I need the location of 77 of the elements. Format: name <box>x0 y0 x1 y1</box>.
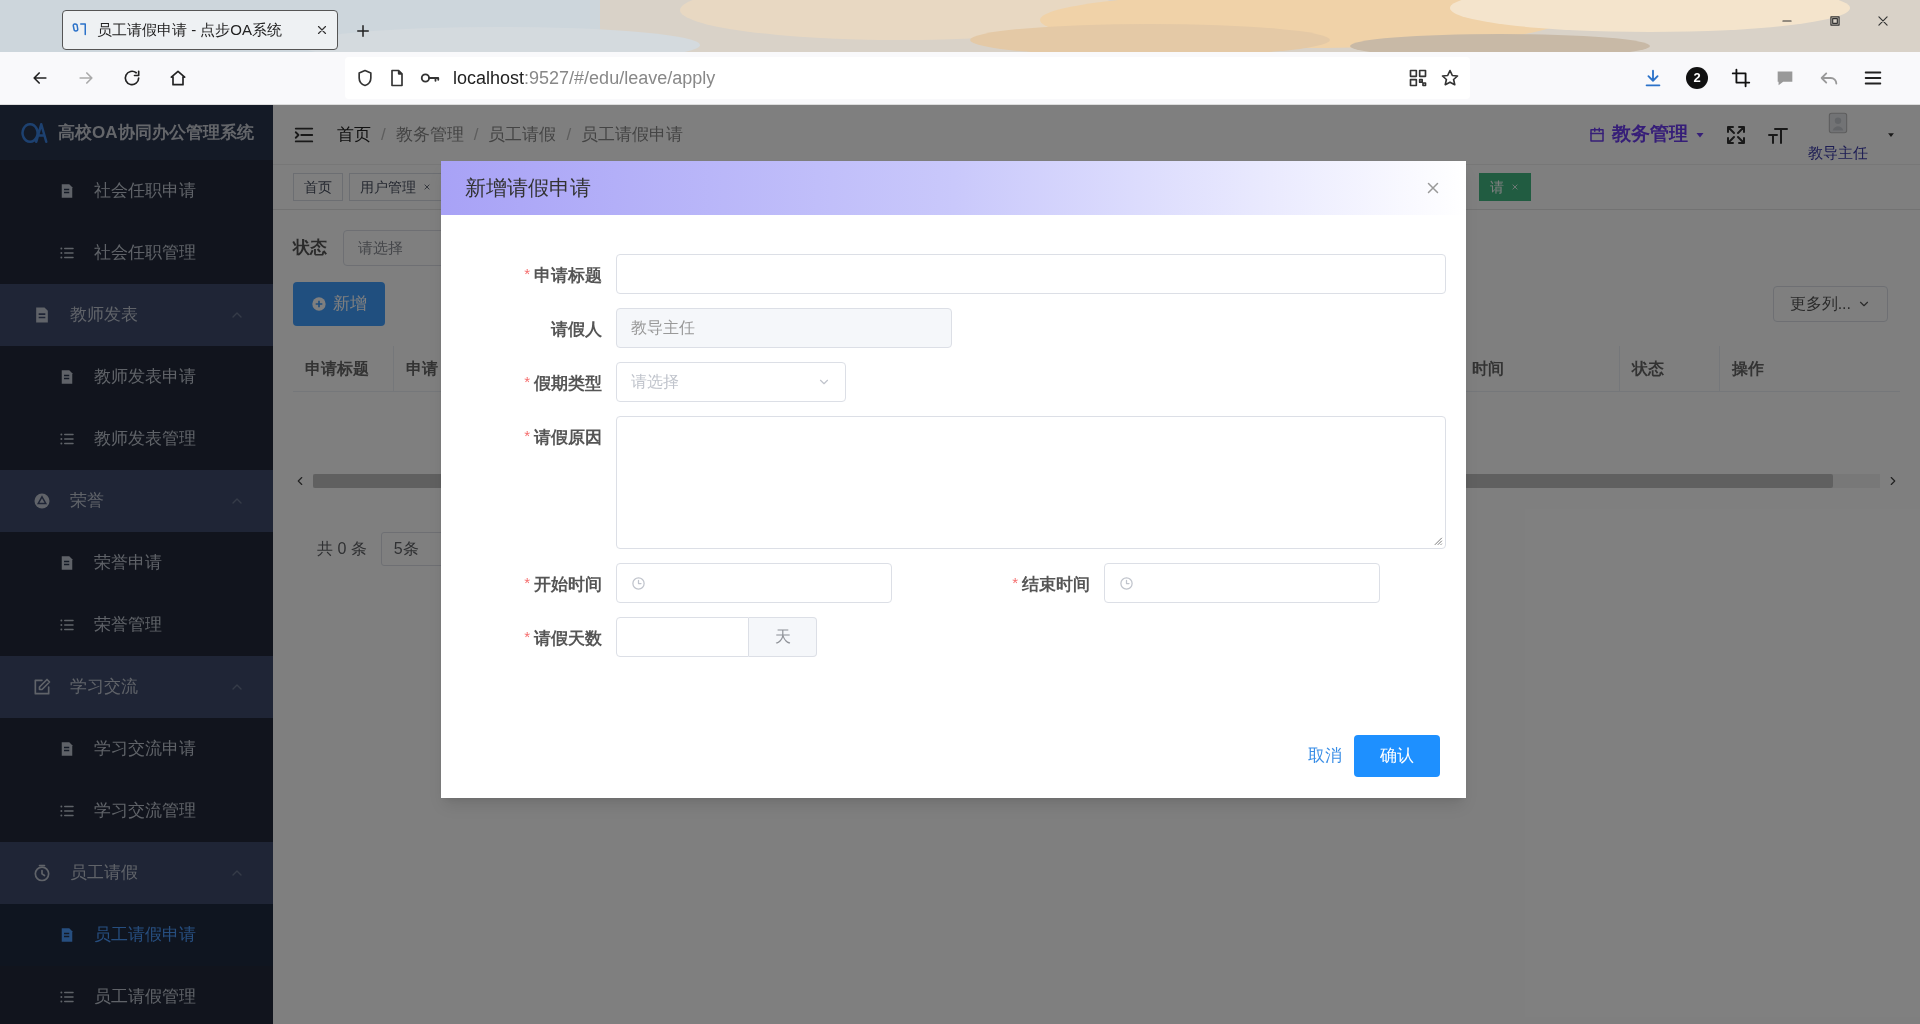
browser-tab[interactable]: 员工请假申请 - 点步OA系统 <box>62 10 338 50</box>
menu-group[interactable]: 学习交流 <box>0 656 273 718</box>
field-label: 开始时间 <box>534 574 602 596</box>
sidebar-item[interactable]: 教师发表申请 <box>0 346 273 408</box>
field-label: 请假原因 <box>534 427 602 449</box>
total-count: 共 0 条 <box>317 539 367 559</box>
breadcrumb-separator: / <box>473 123 479 146</box>
crop-icon[interactable] <box>1730 67 1752 89</box>
required-mark: * <box>524 573 530 593</box>
confirm-button[interactable]: 确认 <box>1354 735 1440 777</box>
plus-icon <box>311 296 327 312</box>
filter-label: 状态 <box>293 237 327 260</box>
close-icon[interactable] <box>1876 14 1890 28</box>
clock-icon <box>631 575 646 591</box>
more-columns-button[interactable]: 更多列... <box>1772 286 1888 322</box>
user-name[interactable]: 教导主任 <box>1808 142 1868 165</box>
add-button[interactable]: 新增 <box>293 282 385 326</box>
sidebar-item[interactable]: 教师发表管理 <box>0 408 273 470</box>
column-header[interactable]: 操作 <box>1732 356 1764 381</box>
home-icon[interactable] <box>168 68 188 88</box>
column-header[interactable]: 状态 <box>1632 356 1664 381</box>
column-header[interactable]: 时间 <box>1472 356 1504 381</box>
breadcrumb-item[interactable]: 员工请假申请 <box>581 121 684 148</box>
sidebar-item[interactable]: 荣誉申请 <box>0 532 273 594</box>
page-tag[interactable]: 用户管理 <box>349 173 443 201</box>
tab-title: 员工请假申请 - 点步OA系统 <box>97 19 283 40</box>
sidebar-item[interactable]: 员工请假申请 <box>0 904 273 966</box>
sidebar-item[interactable]: 荣誉管理 <box>0 594 273 656</box>
field-label: 假期类型 <box>534 373 602 395</box>
field-label: 结束时间 <box>1022 574 1090 596</box>
new-tab-icon[interactable] <box>354 22 372 40</box>
url-text: localhost:9527/#/edu/leave/apply <box>453 66 717 90</box>
sidebar-item[interactable]: 员工请假管理 <box>0 966 273 1024</box>
required-mark: * <box>524 264 530 284</box>
app-title: 高校OA协同办公管理系统 <box>58 121 254 144</box>
column-header[interactable]: 申请标题 <box>305 356 369 381</box>
sidebar-item[interactable]: 社会任职管理 <box>0 222 273 284</box>
field-label: 申请标题 <box>534 265 602 287</box>
qr-code-icon[interactable] <box>1408 68 1428 88</box>
star-icon[interactable] <box>1440 68 1460 88</box>
field-label: 请假人 <box>551 319 602 341</box>
field-label: 请假天数 <box>534 628 602 650</box>
sidebar-item[interactable]: 学习交流管理 <box>0 780 273 842</box>
menu-group[interactable]: 员工请假 <box>0 842 273 904</box>
reload-icon[interactable] <box>122 68 142 88</box>
cancel-button[interactable]: 取消 <box>1306 743 1344 769</box>
type-select[interactable]: 请选择 <box>616 362 846 402</box>
breadcrumb-item[interactable]: 教务管理 <box>395 121 464 148</box>
breadcrumb-separator: / <box>566 123 572 146</box>
sidebar-item[interactable]: 社会任职申请 <box>0 160 273 222</box>
breadcrumb-item[interactable]: 员工请假 <box>488 121 557 148</box>
sidebar-item[interactable]: 学习交流申请 <box>0 718 273 780</box>
close-icon[interactable] <box>315 23 329 37</box>
column-header[interactable]: 申请 <box>406 356 438 381</box>
days-field[interactable] <box>616 617 749 657</box>
clock-icon <box>32 863 52 883</box>
menu-group[interactable]: 荣誉 <box>0 470 273 532</box>
shield-icon[interactable] <box>355 68 375 88</box>
required-mark: * <box>1012 573 1018 593</box>
breadcrumb-item[interactable]: 首页 <box>337 121 371 148</box>
clock-icon <box>1119 575 1134 591</box>
restore-icon[interactable] <box>1828 14 1842 28</box>
address-bar[interactable]: localhost:9527/#/edu/leave/apply <box>345 57 1470 99</box>
unit-label: 天 <box>749 617 817 657</box>
edit-icon <box>32 677 52 697</box>
required-mark: * <box>524 372 530 392</box>
calendar-icon <box>1588 125 1606 144</box>
breadcrumb-separator: / <box>381 123 386 146</box>
system-menu[interactable]: 教务管理 <box>1588 120 1706 149</box>
dialog-title: 新增请假申请 <box>465 175 591 202</box>
menu-group[interactable]: 教师发表 <box>0 284 273 346</box>
page-tag[interactable]: 请 <box>1479 173 1531 201</box>
count-badge[interactable]: 2 <box>1686 67 1708 89</box>
required-mark: * <box>524 627 530 647</box>
page-tag[interactable]: 首页 <box>293 173 343 201</box>
text-field[interactable] <box>616 254 1446 294</box>
required-mark: * <box>524 426 530 446</box>
